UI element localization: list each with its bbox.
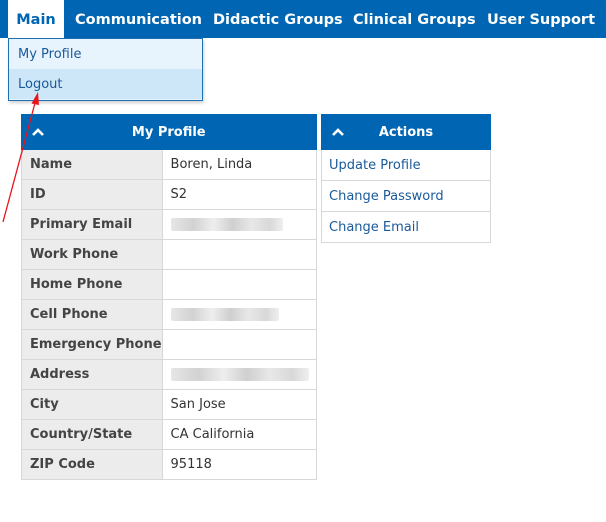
profile-panel-header: My Profile <box>21 114 317 150</box>
primary-email-value <box>161 209 317 240</box>
cell-phone-value <box>161 299 317 330</box>
change-email-link[interactable]: Change Email <box>321 211 491 243</box>
field-label: Address <box>21 359 163 390</box>
zip-value: 95118 <box>161 449 317 480</box>
chevron-up-icon[interactable] <box>32 126 44 141</box>
profile-row-work-phone: Work Phone <box>21 239 317 270</box>
nav-clinical-groups[interactable]: Clinical Groups <box>353 0 476 38</box>
redacted-address <box>170 368 309 381</box>
field-label: ID <box>21 179 163 210</box>
menu-item-logout[interactable]: Logout <box>9 69 202 99</box>
city-value: San Jose <box>161 389 317 420</box>
actions-panel-title: Actions <box>378 124 434 140</box>
actions-panel-header: Actions <box>321 114 491 150</box>
profile-row-name: Name Boren, Linda <box>21 149 317 180</box>
chevron-up-icon[interactable] <box>332 126 344 141</box>
field-label: Work Phone <box>21 239 163 270</box>
name-value: Boren, Linda <box>161 149 317 180</box>
profile-panel-title: My Profile <box>131 124 206 140</box>
profile-row-emergency-phone: Emergency Phone <box>21 329 317 360</box>
nav-main[interactable]: Main <box>8 0 64 38</box>
profile-row-address: Address <box>21 359 317 390</box>
profile-row-zip: ZIP Code 95118 <box>21 449 317 480</box>
country-state-value: CA California <box>161 419 317 450</box>
emergency-phone-value <box>161 329 317 360</box>
profile-row-cell-phone: Cell Phone <box>21 299 317 330</box>
profile-row-city: City San Jose <box>21 389 317 420</box>
field-label: Home Phone <box>21 269 163 300</box>
redacted-cell-phone <box>170 308 279 321</box>
nav-user-support[interactable]: User Support <box>487 0 595 38</box>
top-nav-bar: Main Communication Didactic Groups Clini… <box>0 0 606 38</box>
home-phone-value <box>161 269 317 300</box>
field-label: Cell Phone <box>21 299 163 330</box>
main-dropdown-menu: My Profile Logout <box>8 38 203 101</box>
address-value <box>161 359 317 390</box>
id-value: S2 <box>161 179 317 210</box>
nav-didactic-groups[interactable]: Didactic Groups <box>213 0 343 38</box>
profile-row-primary-email: Primary Email <box>21 209 317 240</box>
field-label: Primary Email <box>21 209 163 240</box>
update-profile-link[interactable]: Update Profile <box>321 149 491 181</box>
profile-row-id: ID S2 <box>21 179 317 210</box>
field-label: Name <box>21 149 163 180</box>
my-profile-panel: My Profile Name Boren, Linda ID S2 Prima… <box>21 114 317 480</box>
field-label: Country/State <box>21 419 163 450</box>
profile-row-home-phone: Home Phone <box>21 269 317 300</box>
actions-panel: Actions Update Profile Change Password C… <box>321 114 491 243</box>
field-label: City <box>21 389 163 420</box>
nav-communication[interactable]: Communication <box>75 0 202 38</box>
change-password-link[interactable]: Change Password <box>321 180 491 212</box>
field-label: Emergency Phone <box>21 329 163 360</box>
profile-row-country-state: Country/State CA California <box>21 419 317 450</box>
field-label: ZIP Code <box>21 449 163 480</box>
work-phone-value <box>161 239 317 270</box>
menu-item-my-profile[interactable]: My Profile <box>9 39 202 69</box>
redacted-email <box>170 218 283 231</box>
